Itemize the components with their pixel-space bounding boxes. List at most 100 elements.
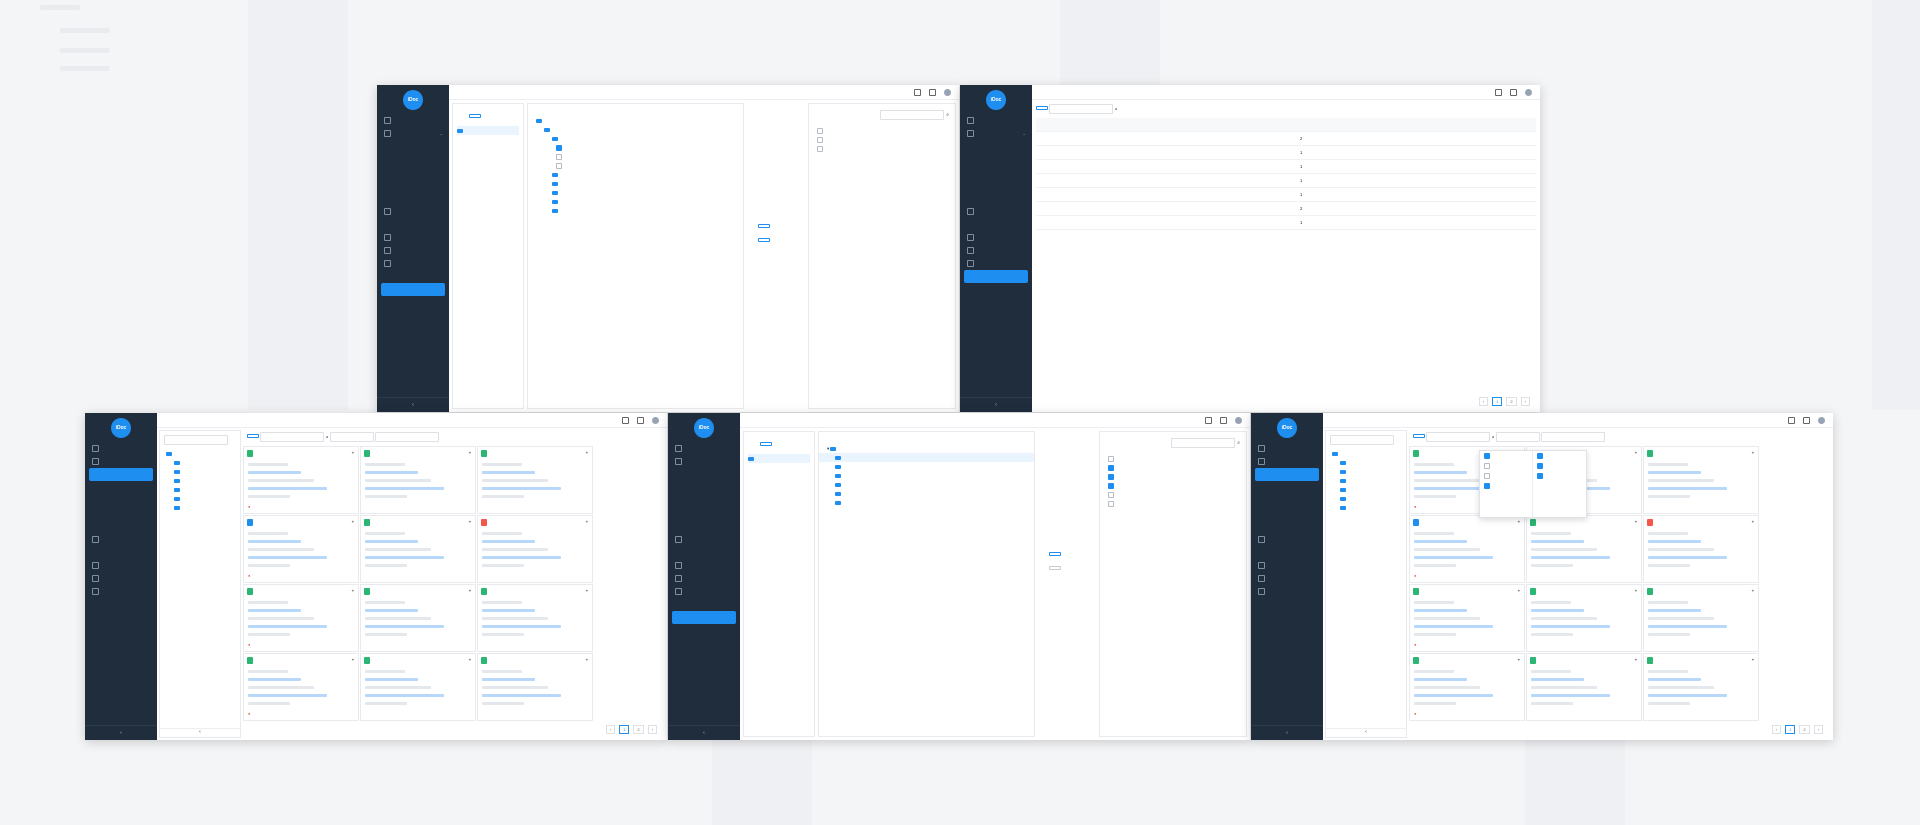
add-button[interactable] [1036, 106, 1048, 111]
menu-sub-item[interactable] [85, 520, 157, 533]
page-button[interactable]: 2 [1799, 725, 1810, 734]
tree-node[interactable] [528, 179, 743, 188]
menu-item-list[interactable] [668, 533, 740, 546]
bell-icon[interactable] [1510, 88, 1517, 96]
table-row[interactable]: 1 [1036, 188, 1536, 202]
tree-root[interactable] [1326, 449, 1406, 458]
page-button[interactable]: 1 [1785, 725, 1796, 734]
user-menu[interactable] [1235, 416, 1244, 424]
menu-sub-item[interactable] [960, 140, 1032, 153]
tree-node[interactable] [1326, 458, 1406, 467]
checkbox[interactable] [817, 136, 823, 143]
menu-sub-item[interactable] [960, 283, 1032, 296]
left-list-item[interactable] [457, 126, 519, 135]
table-row[interactable]: 2 [1036, 202, 1536, 216]
checkbox[interactable] [817, 127, 823, 134]
selected-item[interactable] [817, 144, 826, 153]
menu-item-settings[interactable] [85, 585, 157, 598]
dropdown-sub-item[interactable] [1533, 471, 1586, 481]
checkbox[interactable] [1108, 482, 1114, 489]
menu-item-user[interactable] [377, 244, 449, 257]
menu-sub-item[interactable] [85, 481, 157, 494]
menu-sub-item[interactable] [377, 270, 449, 283]
tree-root[interactable]: ▾ [819, 444, 1034, 453]
menu-item-calendar[interactable] [377, 231, 449, 244]
selected-item[interactable] [817, 135, 826, 144]
menu-item-user[interactable] [85, 572, 157, 585]
table-row[interactable]: 1 [1036, 146, 1536, 160]
selected-item[interactable] [1108, 481, 1117, 490]
menu-item-calendar[interactable] [668, 559, 740, 572]
device-card[interactable]: ⌖● [1409, 584, 1525, 652]
device-card[interactable]: ⌖● [243, 515, 359, 583]
dropdown-item[interactable] [1480, 471, 1532, 481]
dropdown-sub-item[interactable] [1533, 461, 1586, 471]
menu-sub-item[interactable] [960, 192, 1032, 205]
tree-node[interactable] [528, 188, 743, 197]
checkbox[interactable] [1108, 491, 1114, 498]
transfer-left-button[interactable] [1049, 566, 1061, 570]
collapse-sidebar-button[interactable]: ‹ [1251, 725, 1323, 740]
tree-node[interactable] [819, 498, 1034, 507]
menu-item-settings[interactable] [1251, 585, 1323, 598]
device-card[interactable]: ⌖ [1526, 515, 1642, 583]
bell-icon[interactable] [929, 88, 936, 96]
menu-item-active[interactable] [672, 611, 736, 624]
menu-sub-item[interactable] [1251, 546, 1323, 559]
table-cell[interactable] [1411, 146, 1536, 159]
page-next-button[interactable]: › [647, 725, 657, 734]
device-card[interactable]: ⌖ [477, 515, 593, 583]
collapse-sidebar-button[interactable]: ‹ [960, 397, 1032, 412]
selected-item[interactable] [817, 126, 826, 135]
table-row[interactable]: 2 [1036, 132, 1536, 146]
search-input[interactable] [1426, 432, 1491, 442]
checkbox[interactable] [1537, 472, 1543, 479]
add-button[interactable] [760, 442, 772, 446]
menu-sub-item[interactable] [1251, 507, 1323, 520]
dropdown-item[interactable] [1480, 461, 1532, 471]
tree-node[interactable] [1326, 485, 1406, 494]
menu-item-group[interactable] [668, 455, 740, 468]
table-cell[interactable] [1411, 174, 1536, 187]
device-card[interactable]: ⌖ [1643, 653, 1759, 721]
page-prev-button[interactable]: ‹ [1771, 725, 1782, 734]
menu-sub-item[interactable] [85, 507, 157, 520]
add-button[interactable] [469, 114, 481, 118]
search-icon[interactable]: ⌕ [1115, 106, 1118, 112]
selected-item[interactable] [1108, 454, 1117, 463]
user-menu[interactable] [1525, 88, 1534, 96]
group-select[interactable] [164, 435, 228, 445]
tree-node[interactable] [528, 125, 743, 134]
menu-item-settings[interactable] [960, 257, 1032, 270]
menu-sub-item[interactable] [377, 166, 449, 179]
tree-node[interactable] [819, 480, 1034, 489]
tree-node[interactable] [160, 494, 240, 503]
menu-sub-item[interactable] [668, 468, 740, 481]
menu-sub-item[interactable] [668, 598, 740, 611]
bell-icon[interactable] [637, 416, 644, 424]
menu-sub-item[interactable] [960, 166, 1032, 179]
checkbox[interactable] [1108, 500, 1114, 507]
add-button[interactable] [247, 434, 259, 439]
menu-item-calendar[interactable] [85, 559, 157, 572]
bell-icon[interactable] [1803, 416, 1810, 424]
tree-node[interactable] [528, 206, 743, 215]
menu-sub-item[interactable] [960, 153, 1032, 166]
device-card[interactable]: ⌖ [360, 653, 476, 721]
checkbox[interactable] [556, 162, 562, 169]
page-button[interactable]: 1 [619, 725, 630, 734]
menu-item-group[interactable]: ⌄ [960, 127, 1032, 140]
menu-sub-item[interactable] [960, 179, 1032, 192]
left-list-item[interactable] [748, 454, 810, 463]
menu-item-list[interactable] [85, 533, 157, 546]
menu-item-user[interactable] [668, 572, 740, 585]
menu-item-home[interactable] [960, 114, 1032, 127]
page-button[interactable]: 2 [633, 725, 644, 734]
tree-node[interactable] [528, 197, 743, 206]
device-card[interactable]: ⌖ [1643, 515, 1759, 583]
menu-sub-item[interactable] [377, 179, 449, 192]
filter-select[interactable] [375, 432, 440, 442]
device-card[interactable]: ⌖● [243, 446, 359, 514]
menu-item-settings[interactable] [668, 585, 740, 598]
menu-item-user[interactable] [960, 244, 1032, 257]
